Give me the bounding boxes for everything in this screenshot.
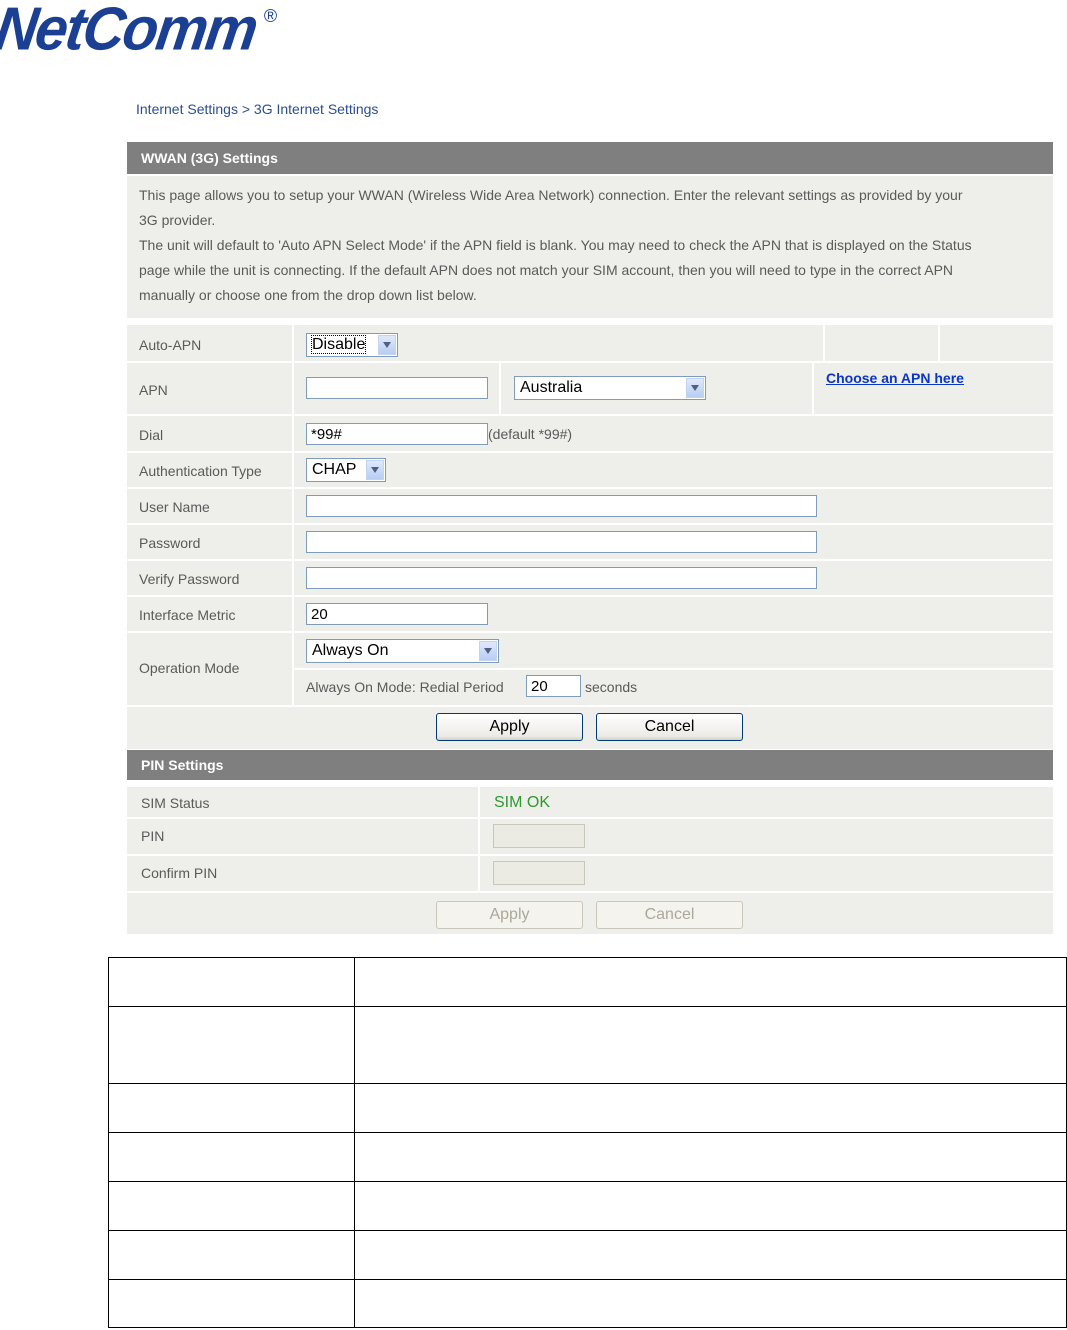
apn-input[interactable] [306, 377, 488, 399]
wwan-cancel-button[interactable]: Cancel [596, 713, 743, 741]
dial-label: Dial [139, 427, 164, 443]
apn-country-select[interactable]: Australia [514, 376, 706, 400]
wwan-button-row: Apply Cancel [127, 705, 1053, 749]
operation-mode-row: Operation Mode Always On Always On Mode:… [127, 631, 1053, 705]
chevron-down-icon [366, 460, 384, 480]
table-row [108, 1279, 1067, 1328]
wwan-description: This page allows you to setup your WWAN … [127, 174, 1053, 318]
table-cell [108, 1279, 355, 1328]
confirm-pin-row: Confirm PIN [127, 854, 1053, 891]
pin-button-row: Apply Cancel [127, 891, 1053, 934]
apn-country-value: Australia [520, 379, 583, 396]
wwan-apply-button[interactable]: Apply [436, 713, 583, 741]
description-line: manually or choose one from the drop dow… [139, 287, 477, 303]
table-cell [108, 1230, 355, 1280]
dial-input[interactable] [306, 423, 488, 445]
table-cell [354, 1132, 1067, 1182]
table-row [108, 957, 1067, 1007]
auto-apn-row: Auto-APN Disable [127, 323, 1053, 361]
description-line: 3G provider. [139, 212, 216, 228]
redial-period-label: Always On Mode: Redial Period [306, 679, 504, 695]
table-cell [354, 1279, 1067, 1328]
operation-mode-label: Operation Mode [139, 660, 240, 676]
wwan-settings-panel: WWAN (3G) Settings This page allows you … [127, 142, 1053, 318]
logo-text: NetComm [0, 0, 261, 63]
table-cell [108, 1132, 355, 1182]
dial-row: Dial (default *99#) [127, 414, 1053, 451]
chevron-down-icon [686, 378, 704, 398]
apn-row: APN Australia Choose an APN here [127, 361, 1053, 414]
auth-type-value: CHAP [312, 461, 357, 478]
username-label: User Name [139, 499, 210, 515]
pin-apply-button[interactable]: Apply [436, 901, 583, 929]
table-row [108, 1006, 1067, 1084]
description-line: This page allows you to setup your WWAN … [139, 187, 963, 203]
registered-mark: ® [263, 6, 278, 26]
password-input[interactable] [306, 531, 817, 553]
sim-status-row: SIM Status SIM OK [127, 783, 1053, 817]
interface-metric-label: Interface Metric [139, 607, 236, 623]
apn-label: APN [139, 382, 168, 398]
pin-row: PIN [127, 817, 1053, 854]
choose-apn-link[interactable]: Choose an APN here [826, 370, 964, 386]
description-line: page while the unit is connecting. If th… [139, 262, 954, 278]
table-cell [108, 1181, 355, 1231]
table-row [108, 1132, 1067, 1182]
password-row: Password [127, 523, 1053, 559]
table-cell [108, 1083, 355, 1133]
chevron-down-icon [378, 335, 396, 355]
auth-type-label: Authentication Type [139, 463, 262, 479]
password-label: Password [139, 535, 201, 551]
auto-apn-value: Disable [310, 335, 367, 354]
pin-settings-panel: PIN Settings SIM Status SIM OK PIN Confi… [127, 750, 1053, 934]
description-line: The unit will default to 'Auto APN Selec… [139, 237, 972, 253]
operation-mode-value: Always On [312, 642, 389, 659]
verify-password-row: Verify Password [127, 559, 1053, 595]
auto-apn-select[interactable]: Disable [306, 333, 398, 357]
operation-mode-select[interactable]: Always On [306, 639, 499, 663]
dial-default-hint: (default *99#) [488, 426, 573, 442]
verify-password-label: Verify Password [139, 571, 240, 587]
confirm-pin-label: Confirm PIN [141, 865, 218, 881]
table-row [108, 1230, 1067, 1280]
table-cell [354, 1230, 1067, 1280]
redial-period-unit: seconds [585, 679, 638, 695]
username-input[interactable] [306, 495, 817, 517]
pin-input[interactable] [493, 824, 585, 848]
blank-table [108, 957, 1067, 1328]
table-cell [354, 957, 1067, 1007]
table-cell [108, 957, 355, 1007]
username-row: User Name [127, 487, 1053, 523]
wwan-settings-header: WWAN (3G) Settings [127, 142, 1053, 174]
breadcrumb: Internet Settings > 3G Internet Settings [136, 101, 379, 117]
confirm-pin-input[interactable] [493, 861, 585, 885]
sim-status-value: SIM OK [494, 794, 551, 811]
interface-metric-input[interactable] [306, 603, 488, 625]
auth-type-select[interactable]: CHAP [306, 458, 386, 482]
auth-type-row: Authentication Type CHAP [127, 451, 1053, 487]
table-cell [108, 1006, 355, 1084]
table-cell [354, 1083, 1067, 1133]
sim-status-label: SIM Status [141, 795, 210, 811]
auto-apn-label: Auto-APN [139, 337, 202, 353]
table-row [108, 1083, 1067, 1133]
pin-settings-header: PIN Settings [127, 750, 1053, 780]
redial-period-input[interactable] [526, 675, 581, 697]
pin-cancel-button[interactable]: Cancel [596, 901, 743, 929]
interface-metric-row: Interface Metric [127, 595, 1053, 631]
table-cell [354, 1181, 1067, 1231]
table-row [108, 1181, 1067, 1231]
netcomm-logo: NetComm ® [0, 0, 278, 63]
chevron-down-icon [479, 641, 497, 661]
table-cell [354, 1006, 1067, 1084]
verify-password-input[interactable] [306, 567, 817, 589]
pin-label: PIN [141, 828, 165, 844]
